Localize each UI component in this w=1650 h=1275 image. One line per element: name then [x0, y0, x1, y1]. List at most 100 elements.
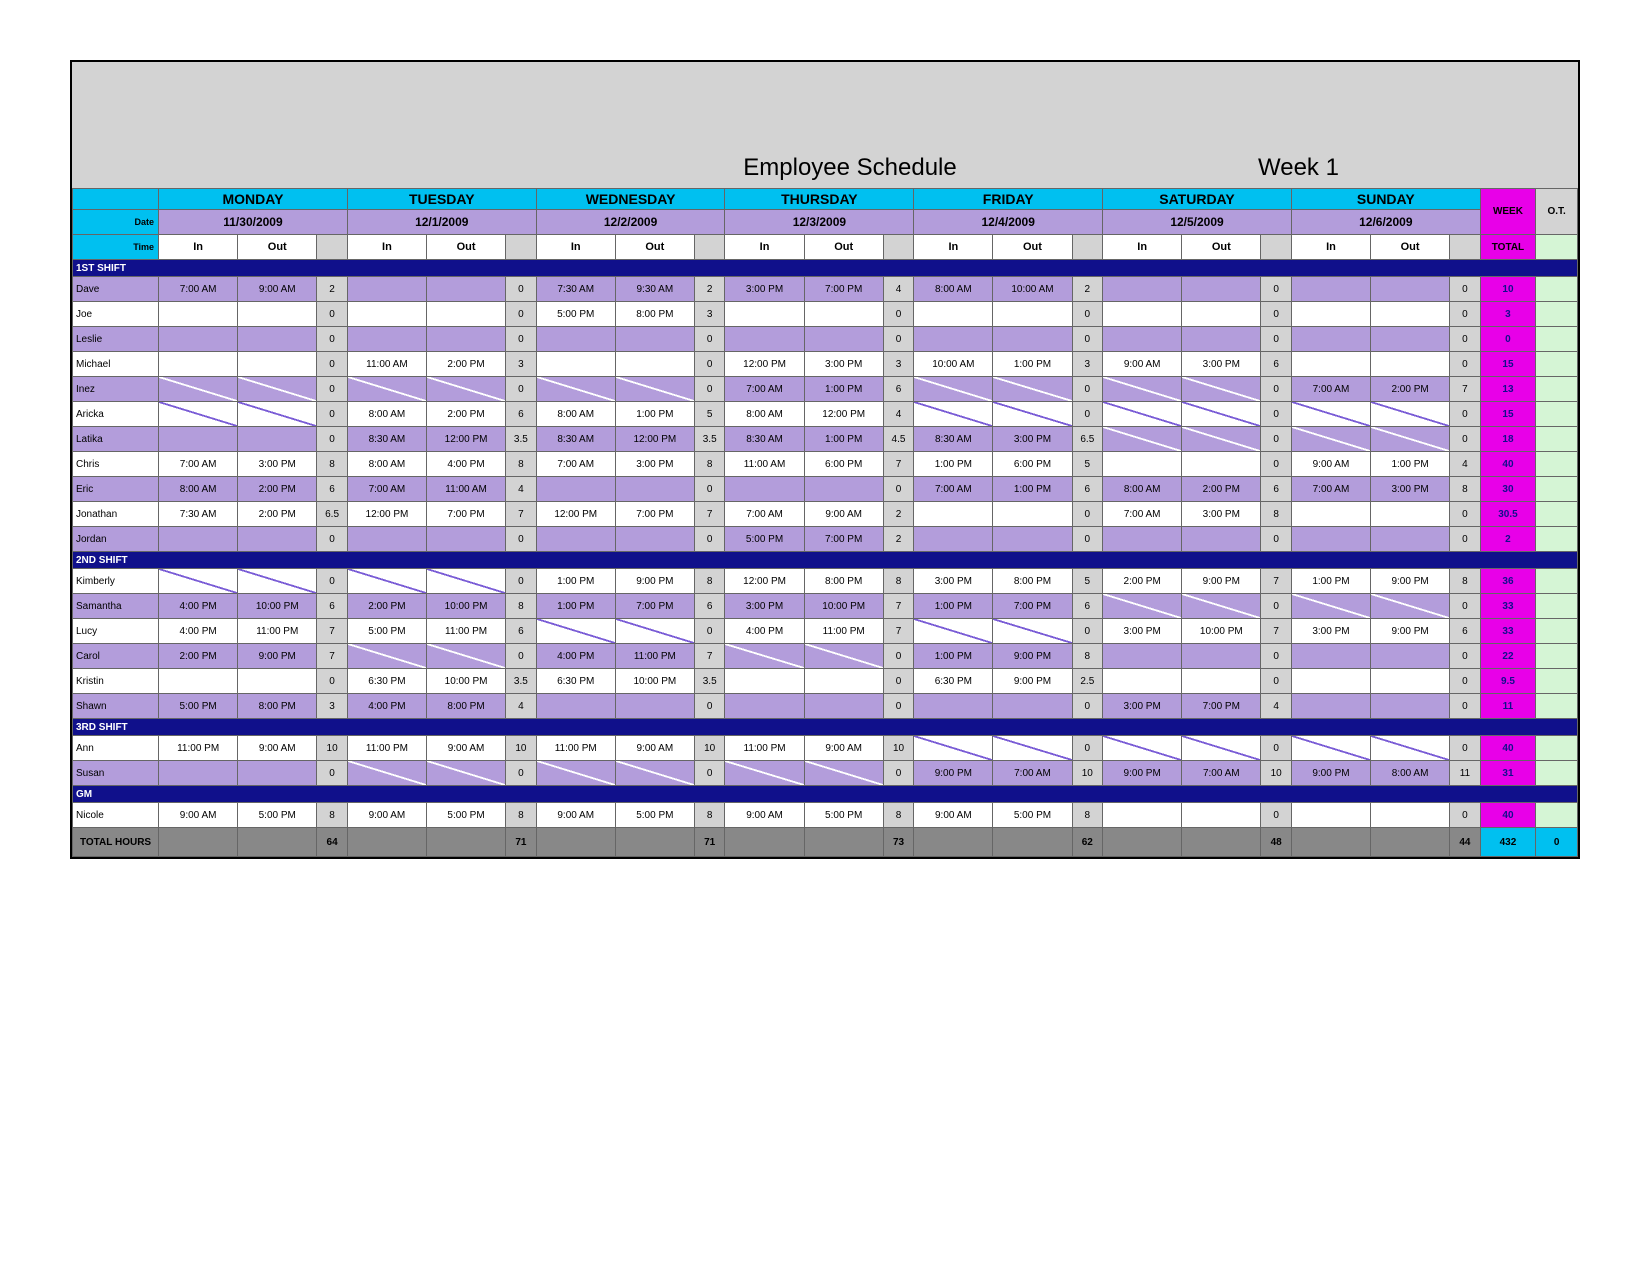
ot-cell	[1536, 569, 1578, 594]
day-hours: 0	[1261, 736, 1292, 761]
employee-name: Lucy	[73, 619, 159, 644]
out-cell: 11:00 PM	[238, 619, 317, 644]
out-cell	[1182, 277, 1261, 302]
day-header: FRIDAY	[914, 189, 1103, 210]
out-cell: 7:00 AM	[1182, 761, 1261, 786]
ot-cell	[1536, 594, 1578, 619]
time-label: Time	[73, 235, 159, 260]
in-cell: 6:30 PM	[347, 669, 426, 694]
in-cell: 4:00 PM	[725, 619, 804, 644]
in-cell	[536, 477, 615, 502]
day-hours: 0	[883, 302, 914, 327]
in-cell: 7:00 AM	[725, 377, 804, 402]
out-cell	[238, 377, 317, 402]
day-hours: 8	[883, 569, 914, 594]
in-cell	[914, 694, 993, 719]
week-total: 40	[1480, 736, 1536, 761]
day-hours: 7	[317, 644, 348, 669]
day-hours: 0	[1450, 803, 1481, 828]
day-hours: 8	[694, 452, 725, 477]
day-hours: 6	[317, 477, 348, 502]
day-hours: 2	[1072, 277, 1103, 302]
day-hours: 0	[1072, 694, 1103, 719]
out-cell	[993, 502, 1072, 527]
in-cell	[347, 377, 426, 402]
in-cell: 1:00 PM	[1291, 569, 1370, 594]
out-cell	[1371, 594, 1450, 619]
day-hours: 0	[317, 669, 348, 694]
day-hours: 5	[694, 402, 725, 427]
day-hours: 6	[1261, 352, 1292, 377]
in-cell	[1103, 377, 1182, 402]
day-hours: 3	[1072, 352, 1103, 377]
day-hours: 0	[1450, 644, 1481, 669]
out-cell: 1:00 PM	[804, 377, 883, 402]
day-hours: 0	[1450, 669, 1481, 694]
in-cell: 5:00 PM	[725, 527, 804, 552]
day-hours: 0	[1261, 803, 1292, 828]
day-hours: 0	[317, 352, 348, 377]
day-header: THURSDAY	[725, 189, 914, 210]
in-cell	[725, 302, 804, 327]
in-cell: 3:00 PM	[914, 569, 993, 594]
day-hours: 5	[1072, 452, 1103, 477]
in-cell	[1103, 644, 1182, 669]
in-cell	[1291, 327, 1370, 352]
out-cell	[1182, 527, 1261, 552]
out-cell	[804, 477, 883, 502]
ot-cell	[1536, 761, 1578, 786]
in-cell: 7:00 AM	[725, 502, 804, 527]
in-cell	[159, 377, 238, 402]
in-cell: 7:00 AM	[914, 477, 993, 502]
schedule-table: MONDAYTUESDAYWEDNESDAYTHURSDAYFRIDAYSATU…	[72, 188, 1578, 857]
out-cell	[426, 277, 505, 302]
in-cell: 1:00 PM	[914, 594, 993, 619]
in-cell: 2:00 PM	[347, 594, 426, 619]
out-cell: 8:00 PM	[804, 569, 883, 594]
in-cell: 2:00 PM	[1103, 569, 1182, 594]
week-total: 15	[1480, 352, 1536, 377]
in-cell	[347, 527, 426, 552]
day-hours: 3	[883, 352, 914, 377]
shift-label: 1ST SHIFT	[73, 260, 1578, 277]
employee-name: Aricka	[73, 402, 159, 427]
out-cell: 2:00 PM	[1182, 477, 1261, 502]
out-cell	[1371, 302, 1450, 327]
out-cell	[238, 352, 317, 377]
day-hours: 0	[694, 619, 725, 644]
shift-label: 2ND SHIFT	[73, 552, 1578, 569]
day-hours: 2	[694, 277, 725, 302]
out-cell	[615, 327, 694, 352]
week-total: 11	[1480, 694, 1536, 719]
ot-cell	[1536, 327, 1578, 352]
date-header: 12/3/2009	[725, 210, 914, 235]
day-hours: 0	[1261, 302, 1292, 327]
day-hours: 7	[883, 594, 914, 619]
out-cell	[426, 327, 505, 352]
shift-label: 3RD SHIFT	[73, 719, 1578, 736]
day-hours: 0	[1450, 277, 1481, 302]
out-cell: 7:00 PM	[426, 502, 505, 527]
in-cell: 4:00 PM	[159, 594, 238, 619]
out-cell: 9:00 PM	[993, 644, 1072, 669]
in-cell: 7:00 AM	[1103, 502, 1182, 527]
out-cell	[993, 327, 1072, 352]
ot-cell	[1536, 452, 1578, 477]
in-cell	[1103, 669, 1182, 694]
out-cell	[238, 569, 317, 594]
in-cell: 1:00 PM	[914, 644, 993, 669]
day-hours: 3.5	[506, 427, 537, 452]
in-cell	[1291, 352, 1370, 377]
out-cell	[804, 669, 883, 694]
day-total: 71	[694, 828, 725, 857]
in-cell	[725, 477, 804, 502]
day-header: MONDAY	[159, 189, 348, 210]
out-cell: 11:00 PM	[615, 644, 694, 669]
day-hours: 0	[1261, 644, 1292, 669]
employee-name: Shawn	[73, 694, 159, 719]
day-hours: 0	[1261, 427, 1292, 452]
out-cell	[1371, 694, 1450, 719]
out-cell: 1:00 PM	[993, 477, 1072, 502]
out-cell: 3:00 PM	[1371, 477, 1450, 502]
in-cell: 8:30 AM	[725, 427, 804, 452]
